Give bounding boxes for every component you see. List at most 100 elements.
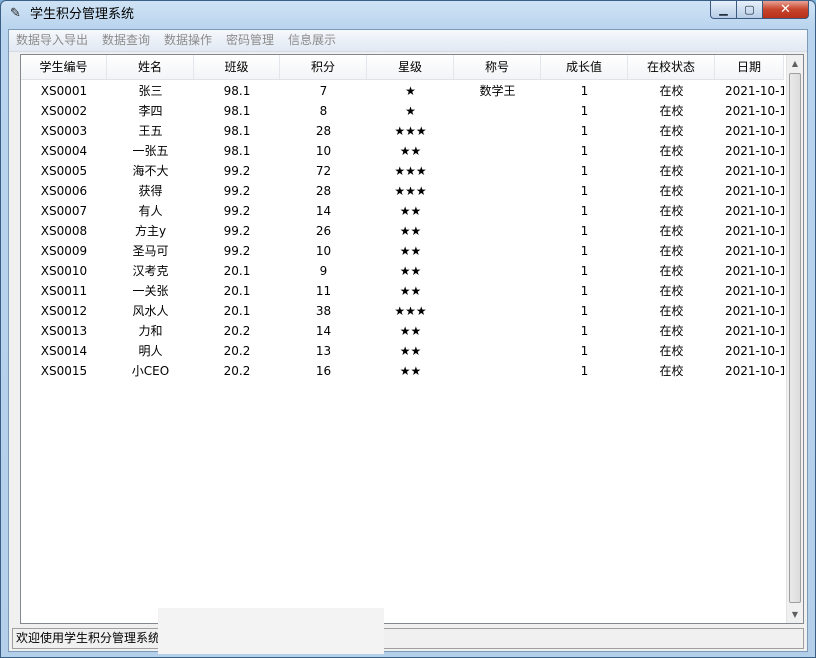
table-row[interactable]: XS0014 明人 20.2 13 ★★ 1 在校 2021-10-1 xyxy=(21,341,784,361)
table-row[interactable]: XS0003 王五 98.1 28 ★★★ 1 在校 2021-10-1 xyxy=(21,121,784,141)
cell-growth: 1 xyxy=(580,344,589,358)
scroll-thumb[interactable] xyxy=(789,73,801,603)
header-col-title[interactable]: 称号 xyxy=(454,55,541,79)
cell-date: 2021-10-1 xyxy=(725,364,784,378)
cell-name: 李四 xyxy=(138,104,163,118)
cell-title xyxy=(454,321,541,341)
header-col-status[interactable]: 在校状态 xyxy=(628,55,715,79)
cell-date: 2021-10-1 xyxy=(725,184,784,198)
cell-points: 28 xyxy=(315,184,332,198)
status-bar: 欢迎使用学生积分管理系统 xyxy=(12,628,804,649)
cell-class: 99.2 xyxy=(223,244,251,258)
menu-password[interactable]: 密码管理 xyxy=(226,33,274,48)
cell-name: 获得 xyxy=(138,184,163,198)
table-row[interactable]: XS0010 汉考克 20.1 9 ★★ 1 在校 2021-10-1 xyxy=(21,261,784,281)
header-col-stars[interactable]: 星级 xyxy=(367,55,454,79)
cell-class: 99.2 xyxy=(223,224,251,238)
header-col-date[interactable]: 日期 xyxy=(715,55,784,79)
cell-student-id: XS0014 xyxy=(40,344,88,358)
menu-bar: 数据导入导出 数据查询 数据操作 密码管理 信息展示 xyxy=(9,30,807,52)
cell-points: 14 xyxy=(315,324,332,338)
window-title: 学生积分管理系统 xyxy=(30,7,135,22)
cell-name: 汉考克 xyxy=(132,264,169,278)
table-row[interactable]: XS0011 一关张 20.1 11 ★★ 1 在校 2021-10-1 xyxy=(21,281,784,301)
cell-student-id: XS0015 xyxy=(40,364,88,378)
cell-points: 11 xyxy=(315,284,332,298)
cell-title xyxy=(454,141,541,161)
feather-icon: ✎ xyxy=(10,6,21,21)
cell-date: 2021-10-1 xyxy=(725,84,784,98)
cell-growth: 1 xyxy=(580,84,589,98)
table-row[interactable]: XS0008 方主y 99.2 26 ★★ 1 在校 2021-10-1 xyxy=(21,221,784,241)
cell-status: 在校 xyxy=(659,304,684,318)
cell-points: 9 xyxy=(319,264,328,278)
menu-import-export[interactable]: 数据导入导出 xyxy=(16,33,88,48)
close-button[interactable]: ✕ xyxy=(763,1,809,19)
table-row[interactable]: XS0007 有人 99.2 14 ★★ 1 在校 2021-10-1 xyxy=(21,201,784,221)
cell-student-id: XS0008 xyxy=(40,224,88,238)
student-table[interactable]: 学生编号 姓名 班级 积分 星级 称号 成长值 在校状态 日期 XS0001 张三 98.1 7 ★ 数学… xyxy=(20,54,804,624)
cell-points: 72 xyxy=(315,164,332,178)
table-row[interactable]: XS0001 张三 98.1 7 ★ 数学王 1 在校 2021-10-1 xyxy=(21,81,784,101)
maximize-button[interactable]: ▢ xyxy=(737,1,763,19)
scroll-up-icon[interactable]: ▲ xyxy=(787,55,803,72)
menu-data-ops[interactable]: 数据操作 xyxy=(164,33,212,48)
cell-stars: ★★ xyxy=(399,364,422,378)
cell-stars: ★★ xyxy=(399,244,422,258)
cell-date: 2021-10-1 xyxy=(725,284,784,298)
cell-growth: 1 xyxy=(580,224,589,238)
table-row[interactable]: XS0005 海不大 99.2 72 ★★★ 1 在校 2021-10-1 xyxy=(21,161,784,181)
vertical-scrollbar[interactable]: ▲ ▼ xyxy=(786,55,803,623)
table-row[interactable]: XS0013 力和 20.2 14 ★★ 1 在校 2021-10-1 xyxy=(21,321,784,341)
table-row[interactable]: XS0002 李四 98.1 8 ★ 1 在校 2021-10-1 xyxy=(21,101,784,121)
cell-class: 20.1 xyxy=(223,304,251,318)
cell-points: 16 xyxy=(315,364,332,378)
cell-date: 2021-10-1 xyxy=(725,344,784,358)
menu-data-query[interactable]: 数据查询 xyxy=(102,33,150,48)
header-col-student-id[interactable]: 学生编号 xyxy=(21,55,107,79)
cell-date: 2021-10-1 xyxy=(725,164,784,178)
cell-title xyxy=(454,101,541,121)
cell-status: 在校 xyxy=(659,244,684,258)
table-row[interactable]: XS0006 获得 99.2 28 ★★★ 1 在校 2021-10-1 xyxy=(21,181,784,201)
header-col-name[interactable]: 姓名 xyxy=(107,55,194,79)
cell-student-id: XS0005 xyxy=(40,164,88,178)
table-row[interactable]: XS0012 风水人 20.1 38 ★★★ 1 在校 2021-10-1 xyxy=(21,301,784,321)
maximize-icon: ▢ xyxy=(744,3,755,16)
cell-status: 在校 xyxy=(659,364,684,378)
cell-class: 20.2 xyxy=(223,324,251,338)
cell-class: 98.1 xyxy=(223,104,251,118)
minimize-button[interactable]: ▁ xyxy=(710,1,737,19)
cell-status: 在校 xyxy=(659,284,684,298)
menu-info-display[interactable]: 信息展示 xyxy=(288,33,336,48)
cell-student-id: XS0002 xyxy=(40,104,88,118)
cell-stars: ★★ xyxy=(399,224,422,238)
header-col-class[interactable]: 班级 xyxy=(194,55,280,79)
cell-stars: ★★★ xyxy=(394,124,427,138)
title-bar[interactable]: ✎ 学生积分管理系统 ▁ ▢ ✕ xyxy=(1,1,815,28)
cell-stars: ★★ xyxy=(399,264,422,278)
header-col-growth[interactable]: 成长值 xyxy=(541,55,628,79)
cell-student-id: XS0003 xyxy=(40,124,88,138)
cell-status: 在校 xyxy=(659,104,684,118)
cell-growth: 1 xyxy=(580,324,589,338)
table-row[interactable]: XS0009 圣马可 99.2 10 ★★ 1 在校 2021-10-1 xyxy=(21,241,784,261)
scroll-down-icon[interactable]: ▼ xyxy=(787,606,803,623)
cell-points: 14 xyxy=(315,204,332,218)
table-row[interactable]: XS0015 小CEO 20.2 16 ★★ 1 在校 2021-10-1 xyxy=(21,361,784,381)
cell-status: 在校 xyxy=(659,184,684,198)
cell-name: 小CEO xyxy=(131,364,170,378)
table-row[interactable]: XS0004 一张五 98.1 10 ★★ 1 在校 2021-10-1 xyxy=(21,141,784,161)
cell-points: 10 xyxy=(315,244,332,258)
cell-status: 在校 xyxy=(659,124,684,138)
cell-points: 28 xyxy=(315,124,332,138)
cell-class: 99.2 xyxy=(223,204,251,218)
cell-name: 一关张 xyxy=(132,284,169,298)
cell-points: 26 xyxy=(315,224,332,238)
cell-name: 明人 xyxy=(138,344,163,358)
header-col-points[interactable]: 积分 xyxy=(280,55,367,79)
cell-title xyxy=(454,341,541,361)
cell-growth: 1 xyxy=(580,304,589,318)
cell-name: 张三 xyxy=(138,84,163,98)
cell-stars: ★★★ xyxy=(394,304,427,318)
